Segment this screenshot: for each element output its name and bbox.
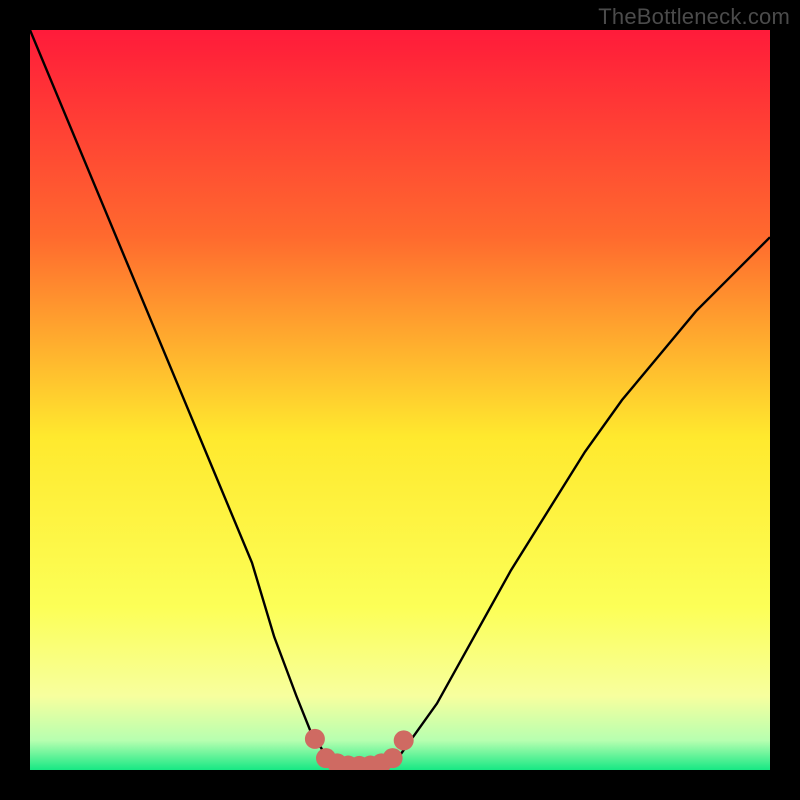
- watermark-text: TheBottleneck.com: [598, 4, 790, 30]
- chart-svg: [30, 30, 770, 770]
- highlight-marker: [305, 729, 325, 749]
- gradient-background: [30, 30, 770, 770]
- chart-frame: TheBottleneck.com: [0, 0, 800, 800]
- highlight-marker: [383, 748, 403, 768]
- highlight-marker: [394, 730, 414, 750]
- plot-area: [30, 30, 770, 770]
